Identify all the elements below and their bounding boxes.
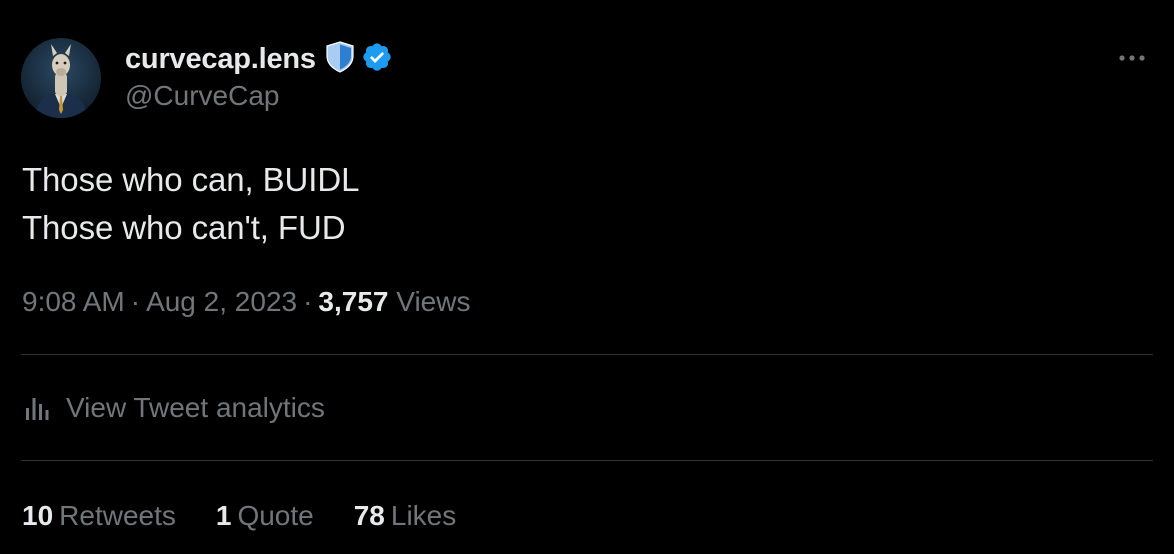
author-block: curvecap.lens @CurveCap <box>125 40 393 112</box>
views-count: 3,757 <box>318 286 389 317</box>
views-label: Views <box>396 286 471 317</box>
more-options-button[interactable] <box>1116 46 1148 70</box>
retweets-label: Retweets <box>59 500 176 531</box>
tweet-time[interactable]: 9:08 AM <box>22 286 125 317</box>
engagement-stats: 10 Retweets 1 Quote 78 Likes <box>22 496 496 536</box>
separator: · <box>303 286 313 317</box>
quotes-label: Quote <box>237 500 314 531</box>
retweets-stat[interactable]: 10 Retweets <box>22 496 176 536</box>
avatar[interactable] <box>21 38 101 118</box>
verified-icon[interactable] <box>361 41 393 78</box>
name-row: curvecap.lens <box>125 40 393 78</box>
quotes-count: 1 <box>215 500 232 531</box>
tweet-card: curvecap.lens @CurveCap Those who can, B… <box>0 0 1174 554</box>
quotes-stat[interactable]: 1 Quote <box>216 496 314 536</box>
view-analytics-link[interactable]: View Tweet analytics <box>22 388 325 428</box>
display-name[interactable]: curvecap.lens <box>125 43 316 76</box>
divider <box>21 354 1153 355</box>
more-dots-icon <box>1119 55 1145 61</box>
retweets-count: 10 <box>22 500 54 531</box>
separator: · <box>130 286 141 317</box>
analytics-label: View Tweet analytics <box>66 392 325 423</box>
likes-stat[interactable]: 78 Likes <box>354 496 457 536</box>
analytics-icon <box>26 398 49 420</box>
tweet-text: Those who can, BUIDL Those who can't, FU… <box>22 156 359 252</box>
divider <box>21 460 1153 461</box>
tweet-meta: 9:08 AM · Aug 2, 2023 · 3,757 Views <box>22 282 470 322</box>
user-handle[interactable]: @CurveCap <box>125 80 393 112</box>
likes-count: 78 <box>353 500 385 531</box>
shield-icon <box>325 40 355 78</box>
alpaca-avatar-icon <box>35 44 87 118</box>
tweet-line: Those who can't, FUD <box>22 209 346 246</box>
tweet-line: Those who can, BUIDL <box>22 161 360 198</box>
likes-label: Likes <box>390 500 457 531</box>
tweet-date[interactable]: Aug 2, 2023 <box>146 286 297 317</box>
